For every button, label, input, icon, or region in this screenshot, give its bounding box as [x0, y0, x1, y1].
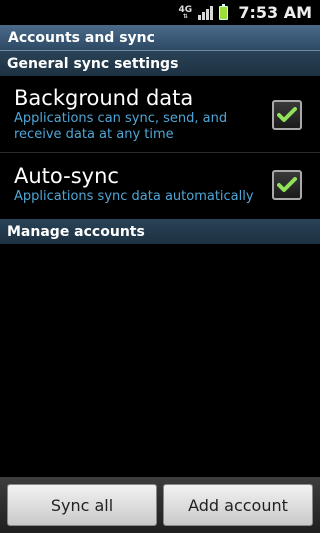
add-account-button[interactable]: Add account [163, 484, 313, 526]
check-icon [277, 107, 297, 122]
background-data-checkbox[interactable] [272, 100, 302, 130]
section-header-general: General sync settings [0, 51, 320, 76]
clock: 7:53 AM [238, 3, 312, 22]
page-title: Accounts and sync [0, 25, 320, 51]
background-data-row[interactable]: Background data Applications can sync, s… [0, 76, 320, 153]
status-bar: 4G ⇅ 7:53 AM [0, 0, 320, 25]
auto-sync-checkbox[interactable] [272, 170, 302, 200]
network-4g-icon: 4G ⇅ [178, 4, 193, 20]
section-header-manage-accounts: Manage accounts [0, 219, 320, 244]
check-icon [277, 177, 297, 192]
sync-all-button[interactable]: Sync all [7, 484, 157, 526]
auto-sync-row[interactable]: Auto-sync Applications sync data automat… [0, 153, 320, 218]
battery-icon [219, 3, 229, 20]
signal-strength-icon [198, 5, 214, 20]
bottom-button-bar: Sync all Add account [0, 477, 320, 533]
